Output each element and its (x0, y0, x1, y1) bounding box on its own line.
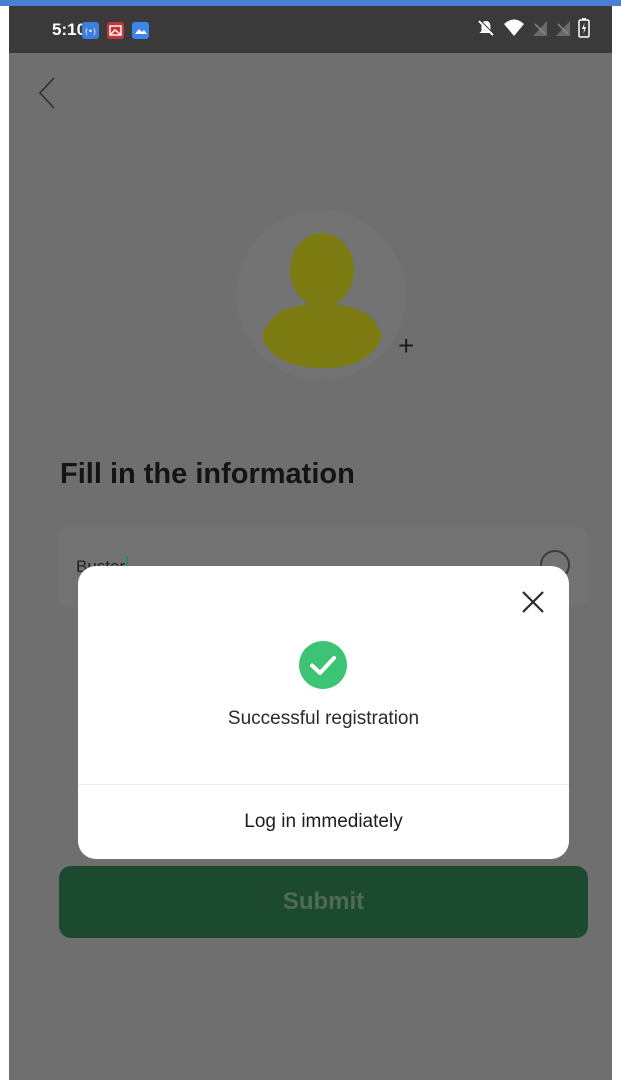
status-bar: 5:10 (•) (9, 6, 612, 53)
dialog-message: Successful registration (227, 708, 420, 729)
bell-off-icon (476, 18, 496, 43)
image-icon (107, 22, 124, 39)
status-time: 5:10 (52, 20, 87, 39)
wifi-icon (503, 18, 525, 43)
check-circle-icon (299, 641, 347, 689)
submit-button[interactable]: Submit (59, 866, 588, 938)
close-icon[interactable] (519, 588, 547, 616)
wireless-icon: (•) (82, 22, 99, 39)
battery-icon (578, 18, 590, 43)
phone-screen: 5:10 (•) + Fill in the information Submi… (0, 0, 621, 1082)
signal-icon (532, 19, 548, 42)
add-photo-symbol[interactable]: + (398, 330, 414, 362)
signal-icon (555, 19, 571, 42)
registration-success-dialog: Successful registration Log in immediate… (78, 566, 569, 859)
gallery-icon (132, 22, 149, 39)
user-icon (256, 232, 386, 377)
log-in-button[interactable]: Log in immediately (78, 785, 569, 859)
svg-text:(•): (•) (85, 27, 96, 36)
chevron-left-icon[interactable] (36, 76, 58, 115)
system-status-icons (476, 18, 590, 43)
page-title: Fill in the information (60, 458, 355, 490)
